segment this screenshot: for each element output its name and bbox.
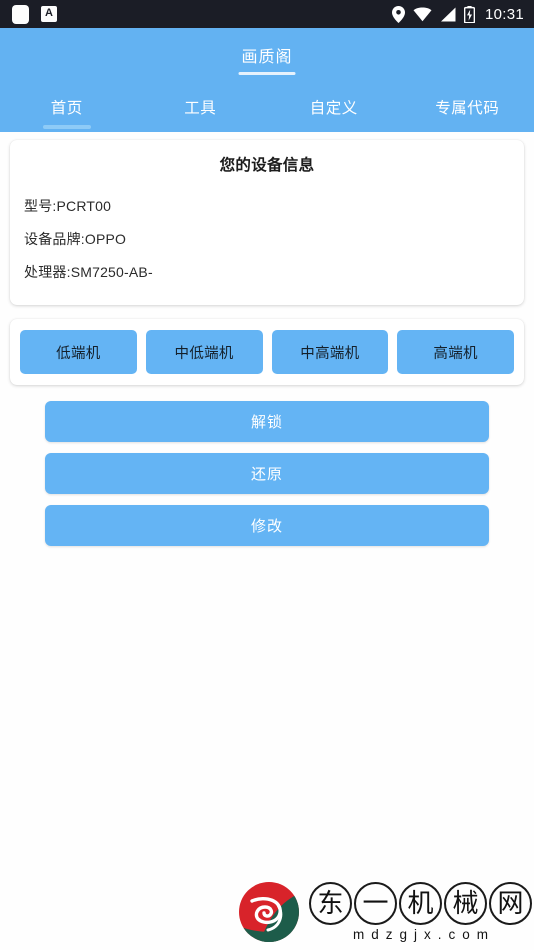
tab-custom[interactable]: 自定义 — [267, 82, 401, 132]
restore-button[interactable]: 还原 — [45, 453, 489, 494]
modify-button[interactable]: 修改 — [45, 505, 489, 546]
status-bar-clock: 10:31 — [484, 5, 524, 23]
status-bar: A 10:31 — [0, 0, 534, 28]
watermark-characters: 东 一 机 械 网 — [309, 882, 532, 925]
wifi-icon — [413, 7, 432, 21]
tab-home[interactable]: 首页 — [0, 82, 134, 132]
watermark-text-block: 东 一 机 械 网 mdzgjx.com — [309, 882, 532, 942]
tab-exclusive-code-label: 专属代码 — [435, 100, 500, 117]
device-tier-card: 低端机 中低端机 中高端机 高端机 — [10, 319, 524, 385]
status-bar-left: A — [12, 4, 57, 24]
tab-home-label: 首页 — [50, 100, 83, 117]
device-processor-row: 处理器:SM7250-AB- — [24, 264, 153, 280]
tab-bar: 首页 工具 自定义 专属代码 — [0, 82, 534, 132]
watermark-char-4: 械 — [444, 882, 487, 925]
site-watermark: 东 一 机 械 网 mdzgjx.com — [230, 876, 534, 948]
page-title: 画质阁 — [241, 49, 293, 66]
app-square-icon — [12, 4, 29, 24]
device-model-row: 型号:PCRT00 — [24, 198, 112, 214]
watermark-char-5: 网 — [489, 882, 532, 925]
tier-button-mid-high[interactable]: 中高端机 — [271, 330, 389, 374]
tab-tools-label: 工具 — [184, 100, 217, 117]
tier-button-high[interactable]: 高端机 — [397, 330, 514, 374]
tab-exclusive-code[interactable]: 专属代码 — [401, 82, 534, 132]
device-brand-row: 设备品牌:OPPO — [24, 231, 127, 247]
tab-custom-label: 自定义 — [309, 100, 358, 117]
a-badge-icon: A — [41, 6, 57, 22]
app-title-bar: 画质阁 — [0, 28, 534, 82]
tier-button-low[interactable]: 低端机 — [20, 330, 137, 374]
tab-tools[interactable]: 工具 — [134, 82, 268, 132]
device-info-title: 您的设备信息 — [219, 157, 315, 174]
main-content: 您的设备信息 型号:PCRT00 设备品牌:OPPO 处理器:SM7250-AB… — [0, 132, 534, 950]
unlock-button[interactable]: 解锁 — [45, 401, 489, 442]
action-button-group: 解锁 还原 修改 — [45, 401, 489, 546]
watermark-char-2: 一 — [354, 882, 397, 925]
title-underline — [238, 72, 296, 75]
cellular-signal-icon — [440, 7, 456, 21]
tier-button-mid-low[interactable]: 中低端机 — [145, 330, 263, 374]
device-info-card: 您的设备信息 型号:PCRT00 设备品牌:OPPO 处理器:SM7250-AB… — [10, 140, 524, 305]
watermark-char-1: 东 — [309, 882, 352, 925]
watermark-url: mdzgjx.com — [352, 927, 495, 942]
dongyi-logo-icon — [238, 881, 300, 943]
app-root: A 10:31 画质阁 首页 工具 自定义 专属代码 您的设备信息 型号:PCR… — [0, 0, 534, 950]
watermark-char-3: 机 — [399, 882, 442, 925]
battery-charging-icon — [463, 5, 475, 23]
status-bar-right: 10:31 — [391, 5, 524, 23]
location-pin-icon — [391, 5, 405, 23]
